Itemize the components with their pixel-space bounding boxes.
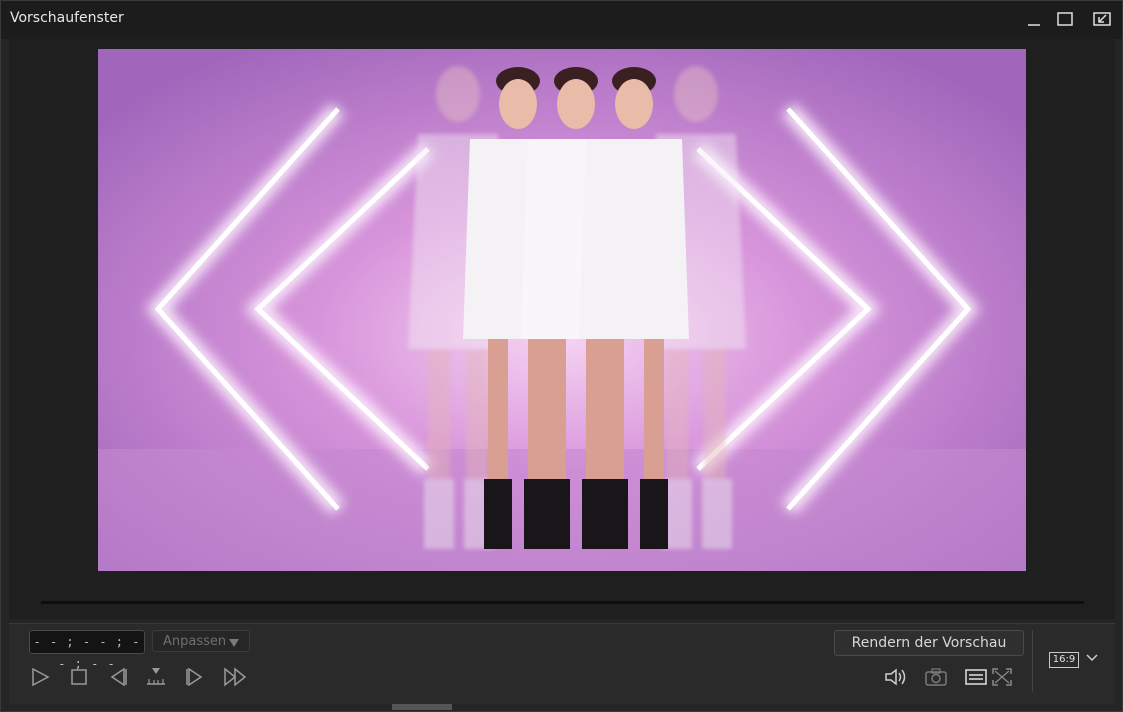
fit-dropdown[interactable]: Anpassen (152, 630, 250, 652)
previous-frame-button[interactable] (103, 662, 133, 692)
resize-handle[interactable] (392, 704, 452, 710)
toolbar-divider (1032, 630, 1033, 692)
aspect-ratio-selector[interactable]: 16:9 (1049, 652, 1079, 668)
play-button[interactable] (25, 662, 55, 692)
fullscreen-button[interactable] (987, 662, 1017, 692)
next-frame-button[interactable] (180, 662, 210, 692)
snapshot-camera-icon (925, 668, 947, 686)
maximize-button[interactable] (1054, 9, 1076, 29)
timeline-scrub-bar[interactable] (41, 601, 1084, 604)
chevron-down-icon[interactable] (1084, 650, 1100, 666)
previous-frame-icon (110, 667, 127, 687)
render-preview-button[interactable]: Rendern der Vorschau (834, 630, 1024, 656)
minimize-icon (1028, 24, 1040, 26)
snapshot-button[interactable] (921, 662, 951, 692)
fullscreen-icon (992, 668, 1012, 686)
stop-icon (71, 669, 87, 685)
maximize-icon (1057, 12, 1073, 26)
chevron-down-icon (229, 639, 239, 647)
window-title: Vorschaufenster (10, 10, 124, 26)
preview-area (9, 39, 1115, 619)
timecode-display[interactable]: - - ; - - ; - - ; - - (29, 630, 145, 671)
title-bar: Vorschaufenster (1, 1, 1122, 39)
stop-button[interactable] (64, 662, 94, 692)
play-icon (32, 667, 50, 687)
volume-icon (885, 668, 906, 686)
split-icon (147, 668, 165, 685)
fit-dropdown-label: Anpassen (163, 634, 227, 649)
preview-window: Vorschaufenster - - ; - - ; - - ; - - An… (0, 0, 1123, 712)
video-frame[interactable] (98, 49, 1026, 571)
next-frame-icon (186, 667, 203, 687)
fast-forward-button[interactable] (221, 662, 251, 692)
playback-controls: - - ; - - ; - - ; - - Anpassen Rendern d… (9, 623, 1115, 704)
split-button[interactable] (141, 662, 171, 692)
dancer-video-image (98, 49, 1026, 571)
fast-forward-icon (224, 667, 247, 687)
minimize-button[interactable] (1023, 9, 1045, 29)
undock-icon (1093, 12, 1111, 26)
undock-button[interactable] (1091, 9, 1113, 29)
subtitles-icon (965, 669, 987, 685)
volume-button[interactable] (881, 662, 911, 692)
